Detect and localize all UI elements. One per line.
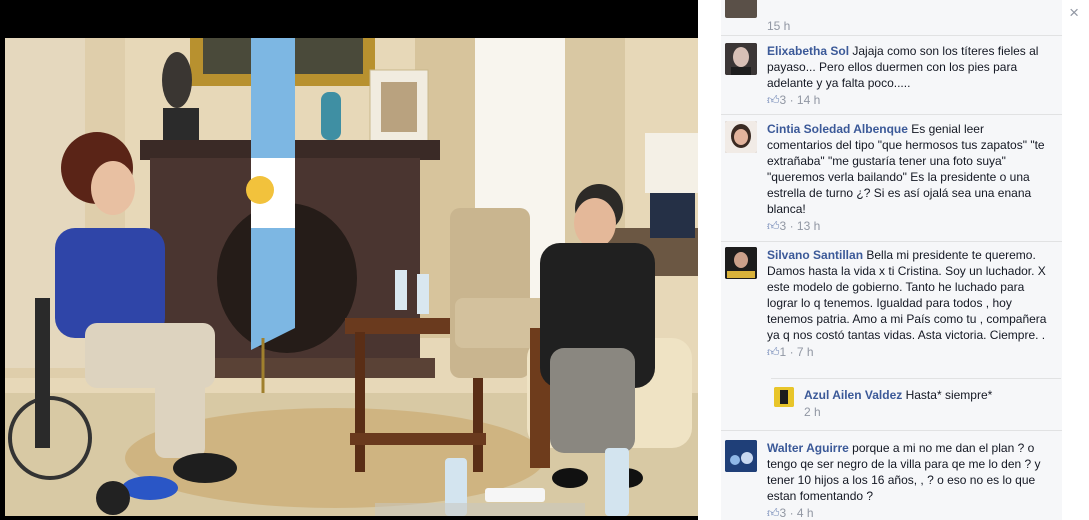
reply-text: Azul Ailen Valdez Hasta* siempre*	[804, 387, 1054, 403]
avatar-image	[725, 247, 757, 279]
comment-author[interactable]: Silvano Santillan	[767, 248, 863, 262]
comment: Cintia Soledad Albenque Es genial leer c…	[721, 115, 1062, 241]
divider	[771, 378, 1061, 379]
comment-time[interactable]: 14 h	[797, 93, 820, 107]
comment: Walter Aguirre porque a mi no me dan el …	[721, 431, 1062, 520]
avatar[interactable]	[725, 247, 757, 279]
thumbs-up-icon[interactable]: 👍︎	[767, 219, 780, 233]
comment-meta: 👍︎3 · 14 h	[767, 93, 821, 107]
comment-body: Es genial leer comentarios del tipo "que…	[767, 122, 1045, 216]
like-count[interactable]: 3	[780, 93, 787, 107]
like-count[interactable]: 1	[780, 345, 787, 359]
comments-column: 15 h Elixabetha Sol Jajaja como son los …	[721, 0, 1062, 520]
avatar[interactable]	[725, 121, 757, 153]
comment-time[interactable]: 7 h	[797, 345, 814, 359]
comment-author[interactable]: Elixabetha Sol	[767, 44, 849, 58]
comment-text: Silvano Santillan Bella mi presidente te…	[767, 247, 1051, 343]
comment-text: Walter Aguirre porque a mi no me dan el …	[767, 440, 1051, 504]
avatar[interactable]	[725, 43, 757, 75]
close-icon[interactable]: ×	[1069, 3, 1079, 23]
reply-body: Hasta* siempre*	[905, 388, 993, 402]
comment-text: Elixabetha Sol Jajaja como son los títer…	[767, 43, 1051, 91]
like-count[interactable]: 3	[780, 506, 787, 520]
thumbs-up-icon[interactable]: 👍︎	[767, 506, 780, 520]
comment-time[interactable]: 13 h	[797, 219, 820, 233]
comment-text: Cintia Soledad Albenque Es genial leer c…	[767, 121, 1051, 217]
avatar[interactable]	[725, 0, 757, 18]
avatar-image	[725, 121, 757, 153]
comment-body: Bella mi presidente te queremo. Damos ha…	[767, 248, 1047, 342]
thumbs-up-icon[interactable]: 👍︎	[767, 93, 780, 107]
reply-author[interactable]: Azul Ailen Valdez	[804, 388, 902, 402]
comment-author[interactable]: Cintia Soledad Albenque	[767, 122, 908, 136]
comment-meta: 👍︎1 · 7 h	[767, 345, 814, 359]
comment: Elixabetha Sol Jajaja como son los títer…	[721, 36, 1062, 114]
comment-meta: 👍︎3 · 4 h	[767, 506, 814, 520]
photo-image	[5, 38, 698, 516]
comment: Silvano Santillan Bella mi presidente te…	[721, 242, 1062, 378]
reply-time[interactable]: 2 h	[804, 405, 1054, 419]
avatar-image	[725, 43, 757, 75]
avatar[interactable]	[774, 387, 794, 407]
photo[interactable]	[5, 38, 698, 516]
comment-time[interactable]: 4 h	[797, 506, 814, 520]
comment-time[interactable]: 15 h	[767, 19, 1051, 33]
comment-meta: 👍︎3 · 13 h	[767, 219, 821, 233]
avatar-image	[725, 440, 757, 472]
thumbs-up-icon[interactable]: 👍︎	[767, 345, 780, 359]
like-count[interactable]: 3	[780, 219, 787, 233]
reply: Azul Ailen Valdez Hasta* siempre* 2 h	[771, 378, 1061, 428]
avatar-image	[774, 387, 794, 407]
comment-fragment: 15 h	[721, 0, 1062, 34]
avatar[interactable]	[725, 440, 757, 472]
photo-viewer	[0, 0, 698, 520]
comment-author[interactable]: Walter Aguirre	[767, 441, 849, 455]
